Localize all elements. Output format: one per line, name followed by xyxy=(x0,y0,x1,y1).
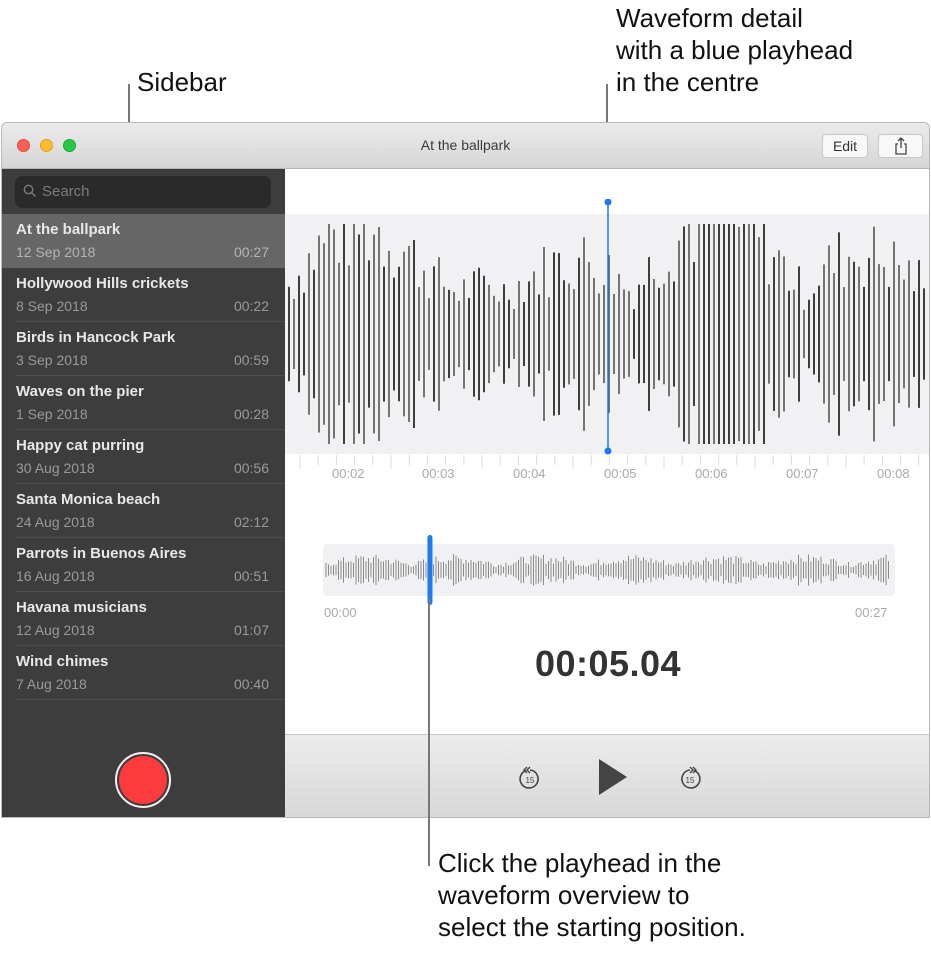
recording-duration: 02:12 xyxy=(233,514,269,530)
waveform-overview-graphic xyxy=(325,535,889,605)
transport-bar: 15 15 xyxy=(285,734,929,817)
playhead-handle xyxy=(604,199,612,206)
overview-start-time: 00:00 xyxy=(324,605,357,620)
time-tick: 00:07 xyxy=(786,466,819,481)
skip-back-label: 15 xyxy=(526,776,535,785)
recording-item[interactable]: Birds in Hancock Park 3 Sep 2018 00:59 xyxy=(2,322,285,376)
recording-item[interactable]: Parrots in Buenos Aires 16 Aug 2018 00:5… xyxy=(2,538,285,592)
time-tick: 00:02 xyxy=(332,466,365,481)
overview-playhead[interactable] xyxy=(427,535,433,605)
recording-date: 12 Sep 2018 xyxy=(16,244,96,260)
title-bar: At the ballpark Edit xyxy=(2,123,929,169)
callout-waveform-line-2: with a blue playhead xyxy=(616,35,854,65)
recording-duration: 00:56 xyxy=(233,460,269,476)
current-time: 00:05.04 xyxy=(534,643,682,684)
recordings-list: At the ballpark 12 Sep 2018 00:27 Hollyw… xyxy=(2,214,285,700)
recording-date: 24 Aug 2018 xyxy=(16,514,95,530)
skip-forward-label: 15 xyxy=(686,776,695,785)
play-button[interactable] xyxy=(597,757,629,797)
callout-waveform-line-3: in the centre xyxy=(616,67,760,97)
callout-overview: Click the playhead in the waveform overv… xyxy=(438,847,746,943)
recording-item[interactable]: Wind chimes 7 Aug 2018 00:40 xyxy=(2,646,285,700)
window-title: At the ballpark xyxy=(420,137,511,153)
playhead-handle xyxy=(604,447,612,455)
voice-memos-window: At the ballpark Edit Search At the ballp… xyxy=(1,122,930,818)
recording-title: Parrots in Buenos Aires xyxy=(16,545,187,562)
recording-title: Birds in Hancock Park xyxy=(16,329,176,346)
callout-overview-line-2: waveform overview to xyxy=(438,880,690,910)
recording-date: 7 Aug 2018 xyxy=(16,676,87,692)
callout-waveform-detail: Waveform detail with a blue playhead in … xyxy=(616,2,853,98)
recording-title: At the ballpark xyxy=(16,221,121,238)
time-tick: 00:06 xyxy=(695,466,728,481)
time-tick: 00:04 xyxy=(513,466,546,481)
recording-date: 3 Sep 2018 xyxy=(16,352,88,368)
callout-sidebar: Sidebar xyxy=(137,67,227,97)
overview-end-time: 00:27 xyxy=(855,605,888,620)
recording-item[interactable]: Waves on the pier 1 Sep 2018 00:28 xyxy=(2,376,285,430)
recording-date: 16 Aug 2018 xyxy=(16,568,95,584)
recording-title: Wind chimes xyxy=(16,653,109,670)
recording-item[interactable]: Havana musicians 12 Aug 2018 01:07 xyxy=(2,592,285,646)
recording-item[interactable]: Santa Monica beach 24 Aug 2018 02:12 xyxy=(2,484,285,538)
recording-item[interactable]: Hollywood Hills crickets 8 Sep 2018 00:2… xyxy=(2,268,285,322)
play-icon xyxy=(599,759,627,795)
search-field[interactable]: Search xyxy=(15,176,271,208)
recording-date: 1 Sep 2018 xyxy=(16,406,88,422)
recording-duration: 00:22 xyxy=(233,298,269,314)
waveform-detail-graphic xyxy=(288,199,925,469)
skip-forward-15-button[interactable]: 15 xyxy=(677,765,703,791)
time-tick: 00:03 xyxy=(422,466,455,481)
callout-overview-line-1: Click the playhead in the xyxy=(438,848,722,878)
time-tick: 00:05 xyxy=(604,466,637,481)
record-button[interactable] xyxy=(115,752,171,808)
recording-duration: 00:40 xyxy=(233,676,269,692)
recording-item[interactable]: Happy cat purring 30 Aug 2018 00:56 xyxy=(2,430,285,484)
recording-title: Hollywood Hills crickets xyxy=(16,275,189,292)
record-icon xyxy=(119,756,167,804)
sidebar: Search At the ballpark 12 Sep 2018 00:27… xyxy=(2,169,285,817)
callout-waveform-line-1: Waveform detail xyxy=(616,3,803,33)
share-icon xyxy=(894,137,907,155)
recording-duration: 00:59 xyxy=(233,352,269,368)
recording-title: Waves on the pier xyxy=(16,383,144,400)
skip-back-15-button[interactable]: 15 xyxy=(517,765,543,791)
callout-overview-line-3: select the starting position. xyxy=(438,912,746,942)
search-icon xyxy=(23,184,37,198)
recording-title: Happy cat purring xyxy=(16,437,145,454)
share-button[interactable] xyxy=(878,134,923,158)
recording-duration: 00:27 xyxy=(233,244,269,260)
recording-date: 12 Aug 2018 xyxy=(16,622,95,638)
recording-title: Santa Monica beach xyxy=(16,491,161,508)
edit-button[interactable]: Edit xyxy=(822,134,868,158)
recording-duration: 01:07 xyxy=(233,622,269,638)
recording-duration: 00:51 xyxy=(233,568,269,584)
callout-overview-line xyxy=(428,598,430,866)
time-tick: 00:08 xyxy=(877,466,910,481)
player-pane: 00:02 00:03 00:04 00:05 00:06 00:07 00:0… xyxy=(285,169,929,817)
divider xyxy=(16,699,285,700)
recording-date: 30 Aug 2018 xyxy=(16,460,95,476)
search-placeholder: Search xyxy=(42,183,90,200)
recording-duration: 00:28 xyxy=(233,406,269,422)
recording-title: Havana musicians xyxy=(16,599,147,616)
recording-date: 8 Sep 2018 xyxy=(16,298,88,314)
recording-item[interactable]: At the ballpark 12 Sep 2018 00:27 xyxy=(2,214,285,268)
